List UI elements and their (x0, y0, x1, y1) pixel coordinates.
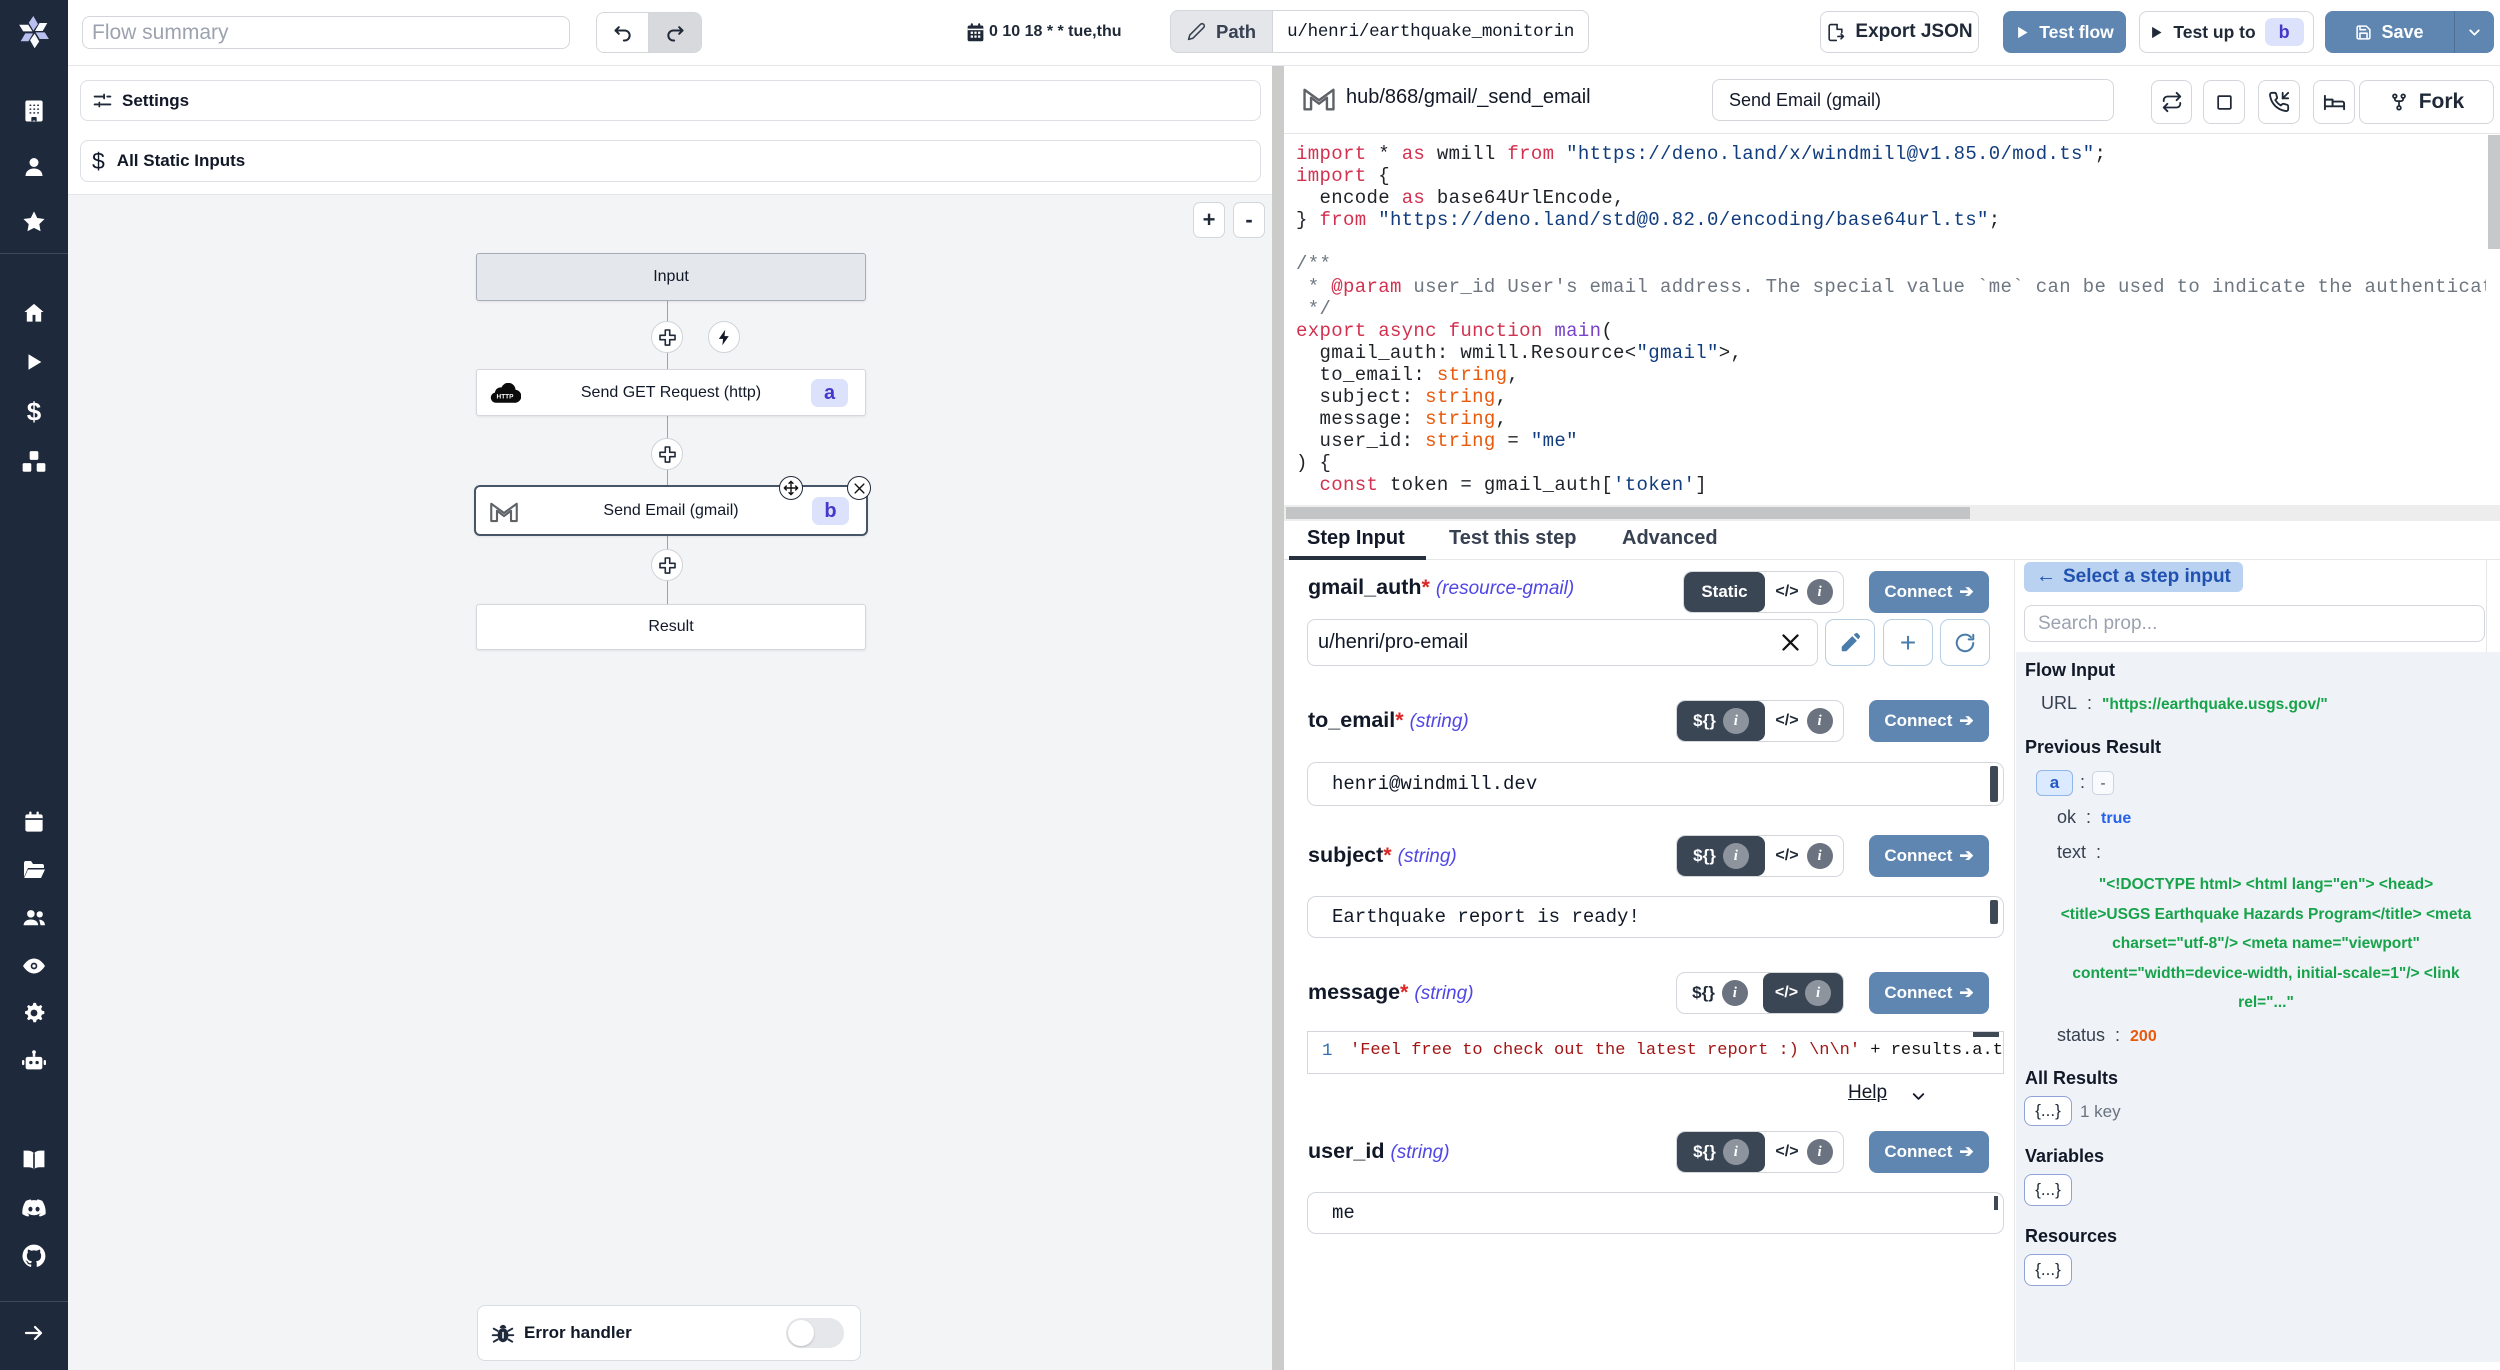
svg-text:HTTP: HTTP (497, 394, 515, 401)
